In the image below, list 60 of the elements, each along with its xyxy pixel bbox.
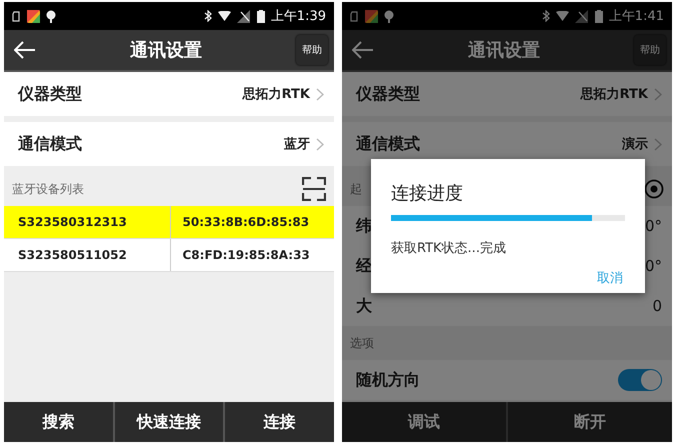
param-label: 纬 xyxy=(356,216,372,236)
param-value: 0° xyxy=(644,217,662,235)
dialog-message: 获取RTK状态...完成 xyxy=(391,240,507,257)
back-arrow-icon[interactable] xyxy=(14,41,36,59)
setting-row[interactable]: 通信模式 蓝牙 xyxy=(4,122,334,166)
chevron-icon xyxy=(316,138,324,150)
app-icon xyxy=(365,10,378,22)
bottom-button[interactable]: 调试 xyxy=(342,402,506,442)
bottom-button[interactable]: 断开 xyxy=(506,402,672,442)
param-value: 0 xyxy=(652,297,662,315)
toggle-label: 随机方向 xyxy=(356,370,420,390)
section-title: 选项 xyxy=(350,334,374,352)
target-icon[interactable] xyxy=(644,179,664,199)
param-label: 大 xyxy=(356,296,372,316)
chevron-icon xyxy=(654,138,662,150)
setting-value: 思拓力RTK xyxy=(242,86,310,103)
chevron-icon xyxy=(654,88,662,100)
setting-label: 通信模式 xyxy=(356,134,420,154)
device-name: S323580511052 xyxy=(17,247,128,264)
signal-icon xyxy=(236,10,251,22)
section-title: 蓝牙设备列表 xyxy=(12,180,84,198)
bottom-button[interactable]: 搜索 xyxy=(4,402,113,442)
bottom-button[interactable]: 快速连接 xyxy=(112,402,224,442)
help-button[interactable]: 帮助 xyxy=(296,35,328,65)
chevron-icon xyxy=(316,88,324,100)
status-time: 上午1:39 xyxy=(270,8,326,25)
sim-icon xyxy=(350,10,359,22)
setting-row[interactable]: 仪器类型 思拓力RTK xyxy=(342,72,672,116)
battery-icon xyxy=(594,10,603,22)
device-row[interactable]: S323580312313 50:33:8B:6D:85:83 xyxy=(4,206,334,239)
signal-icon xyxy=(574,10,589,22)
wifi-icon xyxy=(218,11,231,21)
screen-title: 通讯设置 xyxy=(467,39,541,62)
param-value: 0° xyxy=(644,257,662,275)
setting-value: 演示 xyxy=(622,136,648,153)
setting-value: 蓝牙 xyxy=(284,136,310,153)
sim-icon xyxy=(12,10,21,22)
setting-row[interactable]: 仪器类型 思拓力RTK xyxy=(4,72,334,116)
device-name: S323580312313 xyxy=(17,214,128,231)
setting-value: 思拓力RTK xyxy=(580,86,648,103)
device-mac: 50:33:8B:6D:85:83 xyxy=(170,206,334,238)
bluetooth-icon xyxy=(204,10,212,22)
status-time: 上午1:41 xyxy=(608,8,664,25)
wifi-icon xyxy=(556,11,569,21)
device-row[interactable]: S323580511052 C8:FD:19:85:8A:33 xyxy=(4,239,334,272)
setting-label: 通信模式 xyxy=(18,134,82,154)
bottom-button[interactable]: 连接 xyxy=(223,402,334,442)
app-icon xyxy=(27,10,40,22)
scan-icon[interactable] xyxy=(302,177,326,201)
setting-label: 仪器类型 xyxy=(356,84,420,104)
help-button[interactable]: 帮助 xyxy=(634,35,666,65)
toggle-switch[interactable] xyxy=(618,369,662,391)
dialog-title: 连接进度 xyxy=(391,182,464,205)
device-mac: C8:FD:19:85:8A:33 xyxy=(170,239,334,271)
bluetooth-icon xyxy=(542,10,550,22)
section-title: 起 xyxy=(350,180,362,198)
param-label: 经 xyxy=(356,256,372,276)
setting-label: 仪器类型 xyxy=(18,84,82,104)
screen-title: 通讯设置 xyxy=(129,39,203,62)
battery-icon xyxy=(256,10,265,22)
